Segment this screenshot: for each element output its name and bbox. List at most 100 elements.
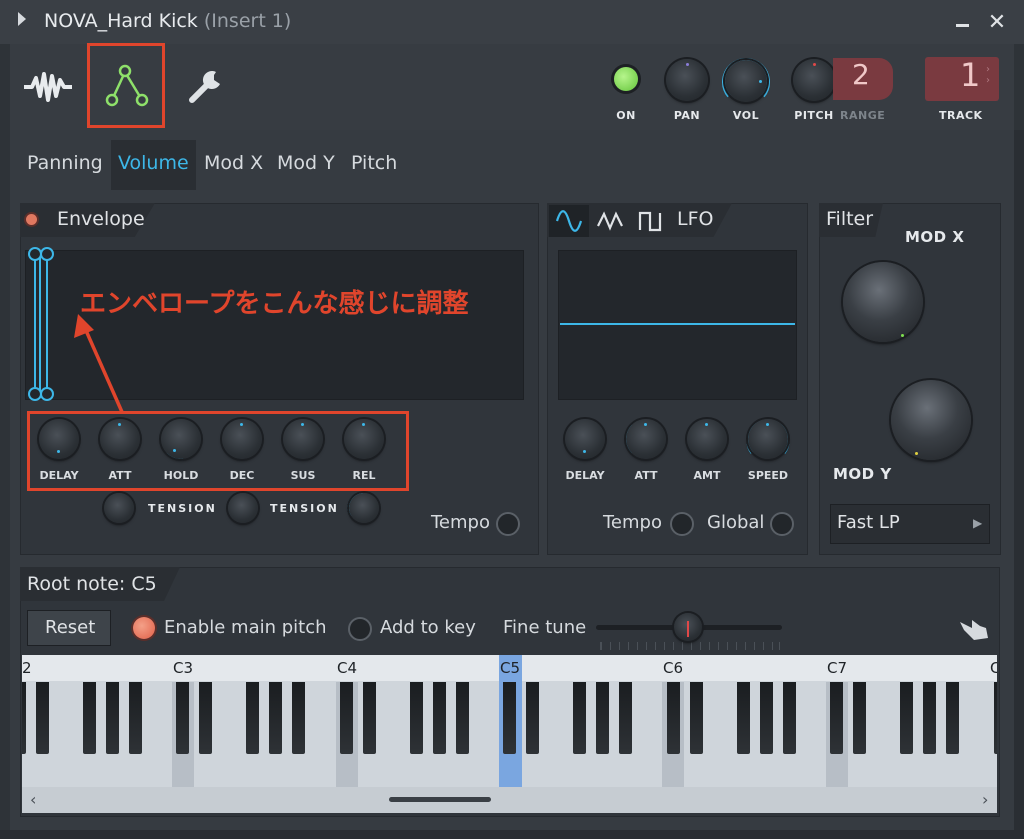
lfo-line xyxy=(560,323,795,325)
env-dec-knob[interactable] xyxy=(222,419,262,459)
black-key[interactable] xyxy=(339,682,353,754)
black-key[interactable] xyxy=(22,682,26,754)
envelope-icon[interactable] xyxy=(104,62,150,110)
scroll-left-icon[interactable]: ‹ xyxy=(30,790,36,809)
black-key[interactable] xyxy=(362,682,376,754)
black-key[interactable] xyxy=(923,682,936,754)
tension-knob-2[interactable] xyxy=(228,493,258,523)
tab-mod-y[interactable]: Mod Y xyxy=(277,152,335,174)
waveform-icon[interactable] xyxy=(22,70,74,104)
on-led-button[interactable] xyxy=(614,67,638,91)
fine-tune-thumb[interactable] xyxy=(674,613,702,641)
env-sus-knob[interactable] xyxy=(283,419,323,459)
minimize-button[interactable] xyxy=(954,14,972,32)
black-key[interactable] xyxy=(176,682,189,754)
black-key[interactable] xyxy=(246,682,259,754)
envelope-curve[interactable] xyxy=(25,242,65,406)
keyboard-scrollbar[interactable] xyxy=(22,787,997,813)
lfo-delay-knob[interactable] xyxy=(565,419,605,459)
lfo-amt-knob[interactable] xyxy=(687,419,727,459)
black-key[interactable] xyxy=(82,682,96,754)
env-tempo-toggle[interactable] xyxy=(496,512,520,536)
black-key[interactable] xyxy=(128,682,142,754)
filter-mody-label: MOD Y xyxy=(833,465,892,483)
black-key[interactable] xyxy=(573,682,586,754)
pan-knob[interactable] xyxy=(666,59,708,101)
lfo-global-toggle[interactable] xyxy=(770,512,794,536)
envelope-led-icon[interactable] xyxy=(26,214,37,225)
tab-pitch[interactable]: Pitch xyxy=(351,152,397,174)
triangle-wave-icon[interactable] xyxy=(596,210,624,232)
black-key[interactable] xyxy=(736,682,750,754)
note-label: C4 xyxy=(337,659,358,677)
scroll-right-icon[interactable]: › xyxy=(982,790,988,809)
black-key[interactable] xyxy=(759,682,773,754)
black-key[interactable] xyxy=(689,682,703,754)
env-dec-label: DEC xyxy=(229,469,255,482)
tab-volume[interactable]: Volume xyxy=(118,152,189,174)
window-title-name: NOVA_Hard Kick xyxy=(44,10,198,32)
tension-knob-3[interactable] xyxy=(349,493,379,523)
vol-knob[interactable] xyxy=(725,60,767,102)
wrench-icon[interactable] xyxy=(186,66,226,106)
lfo-tempo-toggle[interactable] xyxy=(670,512,694,536)
square-wave-icon[interactable] xyxy=(638,210,664,232)
pitch-knob[interactable] xyxy=(793,59,835,101)
reset-label: Reset xyxy=(45,617,96,638)
env-rel-knob[interactable] xyxy=(344,419,384,459)
piano-keyboard[interactable]: 2 C3 C4 C5 C6 C7 C xyxy=(22,655,997,787)
close-button[interactable]: ✕ xyxy=(986,12,1008,34)
chevron-right-icon: ▶ xyxy=(973,516,983,530)
range-label: RANGE xyxy=(840,109,886,122)
on-label: ON xyxy=(616,109,636,122)
black-key[interactable] xyxy=(105,682,119,754)
tab-mod-x[interactable]: Mod X xyxy=(204,152,263,174)
black-key[interactable] xyxy=(409,682,423,754)
lfo-delay-label: DELAY xyxy=(565,469,605,482)
black-key[interactable] xyxy=(853,682,866,754)
filter-type-value: Fast LP xyxy=(837,512,900,533)
black-key[interactable] xyxy=(900,682,913,754)
tension-label-1: TENSION xyxy=(148,502,217,515)
envelope-title: Envelope xyxy=(57,208,145,230)
black-key[interactable] xyxy=(199,682,212,754)
env-att-knob[interactable] xyxy=(100,419,140,459)
filter-modx-knob[interactable] xyxy=(843,262,923,342)
black-key[interactable] xyxy=(269,682,282,754)
black-key[interactable] xyxy=(666,682,680,754)
black-key[interactable] xyxy=(830,682,843,754)
pitch-label: PITCH xyxy=(794,109,834,122)
annotation-arrow xyxy=(74,314,124,413)
filter-panel xyxy=(819,203,1001,555)
note-label: C3 xyxy=(173,659,194,677)
black-key[interactable] xyxy=(946,682,959,754)
root-title: Root note: C5 xyxy=(27,573,157,595)
black-key[interactable] xyxy=(782,682,796,754)
lfo-speed-knob[interactable] xyxy=(748,419,788,459)
black-key[interactable] xyxy=(526,682,539,754)
fine-tune-ticks xyxy=(600,642,780,650)
hand-pointer-icon[interactable] xyxy=(958,614,990,642)
scroll-thumb[interactable] xyxy=(389,797,491,802)
black-key[interactable] xyxy=(455,682,469,754)
env-tempo-label: Tempo xyxy=(431,512,490,533)
env-delay-knob[interactable] xyxy=(39,419,79,459)
black-key[interactable] xyxy=(35,682,49,754)
enable-main-pitch-toggle[interactable] xyxy=(133,617,155,639)
tab-panning[interactable]: Panning xyxy=(27,152,103,174)
lfo-att-knob[interactable] xyxy=(626,419,666,459)
lfo-display xyxy=(558,250,797,400)
black-key[interactable] xyxy=(619,682,632,754)
collapse-arrow-icon[interactable] xyxy=(18,12,26,26)
black-key[interactable] xyxy=(432,682,446,754)
track-stepper-icon[interactable]: › › xyxy=(986,64,990,86)
black-key[interactable] xyxy=(292,682,305,754)
black-key[interactable] xyxy=(596,682,609,754)
lfo-global-label: Global xyxy=(707,512,765,533)
filter-mody-knob[interactable] xyxy=(891,380,971,460)
black-key[interactable] xyxy=(503,682,516,754)
add-to-key-toggle[interactable] xyxy=(348,617,372,641)
tension-knob-1[interactable] xyxy=(104,493,134,523)
black-key[interactable] xyxy=(993,682,997,754)
env-hold-knob[interactable] xyxy=(161,419,201,459)
